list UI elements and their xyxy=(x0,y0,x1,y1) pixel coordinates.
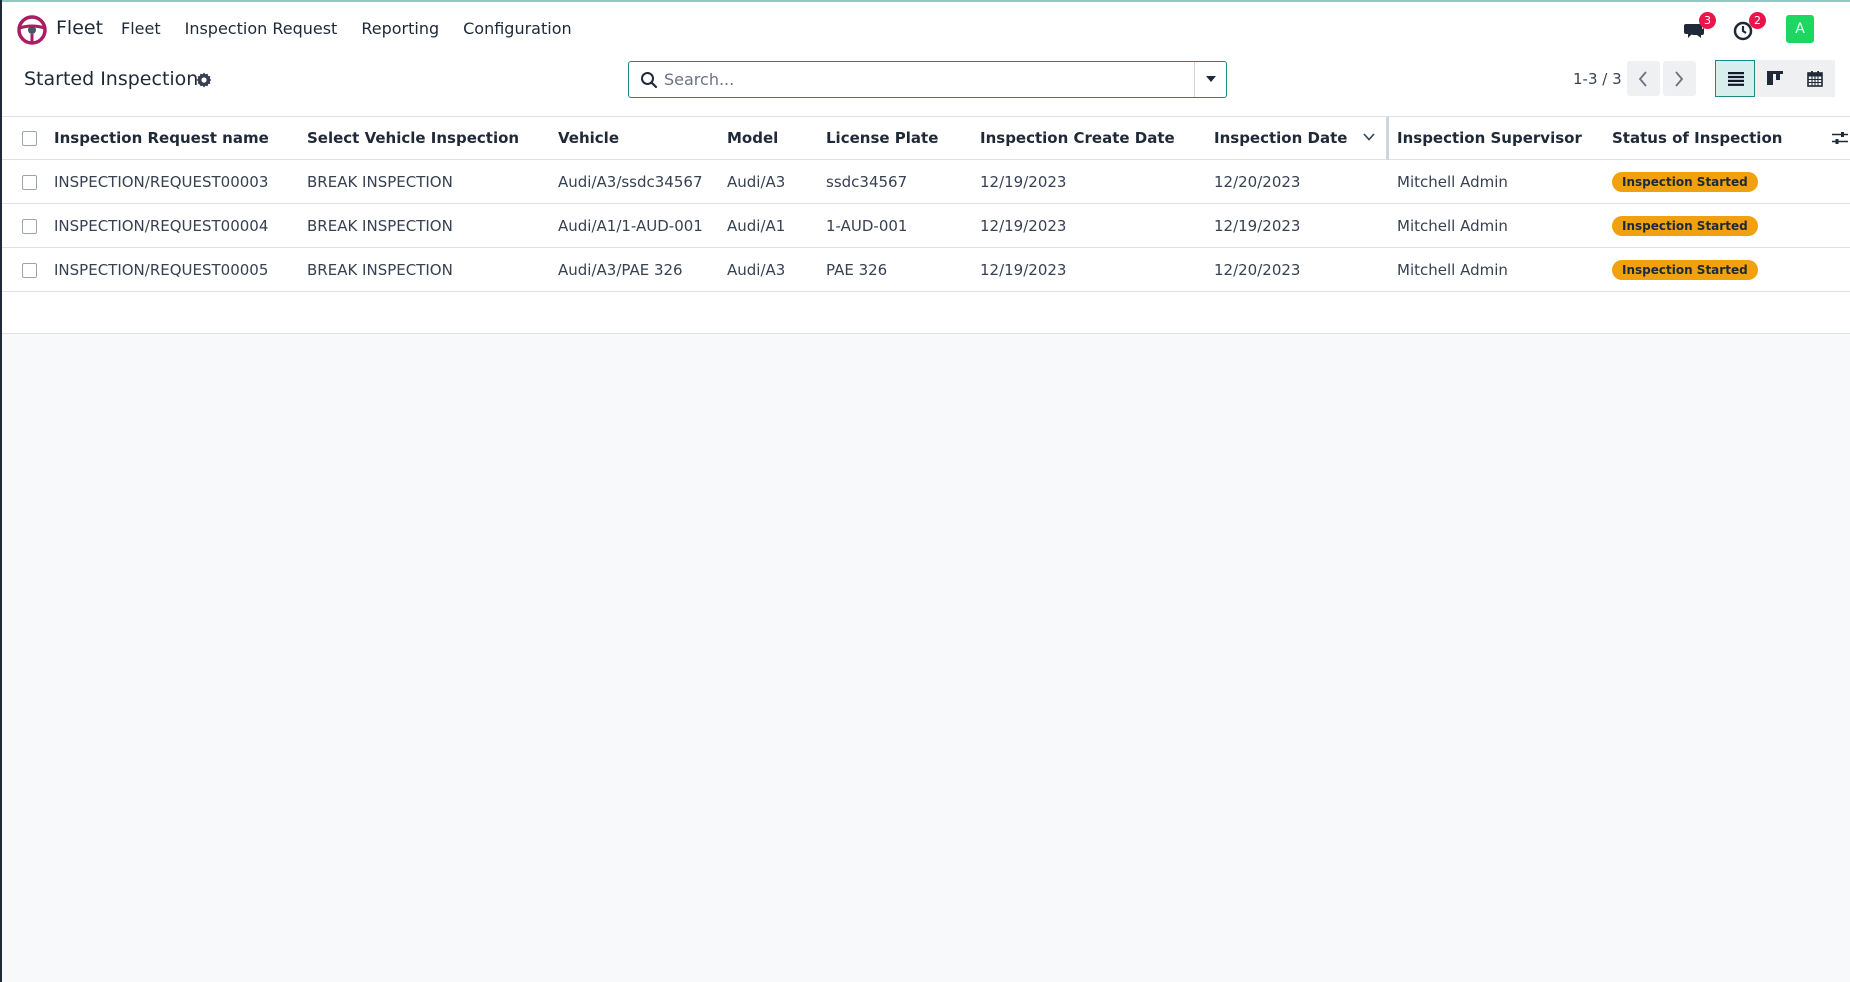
cell-vehicle-inspection[interactable]: BREAK INSPECTION xyxy=(307,204,558,248)
cell-license-plate[interactable]: PAE 326 xyxy=(826,248,980,292)
column-header-model[interactable]: Model xyxy=(727,117,826,160)
column-header-license-plate[interactable]: License Plate xyxy=(826,117,980,160)
cell-vehicle[interactable]: Audi/A1/1-AUD-001 xyxy=(558,204,727,248)
cell-license-plate[interactable]: ssdc34567 xyxy=(826,160,980,204)
search-icon xyxy=(641,72,658,89)
cell-vehicle[interactable]: Audi/A3/PAE 326 xyxy=(558,248,727,292)
cell-vehicle-inspection[interactable]: BREAK INSPECTION xyxy=(307,248,558,292)
column-header-inspection-request-name[interactable]: Inspection Request name xyxy=(54,117,307,160)
cell-inspection-date[interactable]: 12/20/2023 xyxy=(1214,248,1389,292)
cell-inspection-date[interactable]: 12/19/2023 xyxy=(1214,204,1389,248)
row-checkbox[interactable] xyxy=(22,262,37,278)
caret-down-icon xyxy=(1206,76,1216,82)
status-badge: Inspection Started xyxy=(1612,171,1758,192)
cell-create-date[interactable]: 12/19/2023 xyxy=(980,248,1214,292)
menu-item-fleet[interactable]: Fleet xyxy=(121,19,161,38)
chevron-right-icon xyxy=(1675,71,1684,87)
column-header-status-of-inspection[interactable]: Status of Inspection xyxy=(1612,117,1850,160)
cell-create-date[interactable]: 12/19/2023 xyxy=(980,204,1214,248)
cell-supervisor[interactable]: Mitchell Admin xyxy=(1389,248,1612,292)
column-header-vehicle[interactable]: Vehicle xyxy=(558,117,727,160)
page-title: Started Inspections xyxy=(24,68,209,90)
cell-model[interactable]: Audi/A3 xyxy=(727,160,826,204)
column-header-inspection-create-date[interactable]: Inspection Create Date xyxy=(980,117,1214,160)
control-panel: Started Inspections 1-3 / 3 xyxy=(2,54,1850,116)
table-body: INSPECTION/REQUEST00003 BREAK INSPECTION… xyxy=(2,160,1850,334)
search-options-toggle[interactable] xyxy=(1194,62,1226,97)
cell-inspection-date[interactable]: 12/20/2023 xyxy=(1214,160,1389,204)
menu-item-configuration[interactable]: Configuration xyxy=(463,19,572,38)
table-row[interactable]: INSPECTION/REQUEST00004 BREAK INSPECTION… xyxy=(2,204,1850,248)
inspection-list-table: Inspection Request name Select Vehicle I… xyxy=(2,116,1850,334)
cell-license-plate[interactable]: 1-AUD-001 xyxy=(826,204,980,248)
column-header-inspection-date-label: Inspection Date xyxy=(1214,129,1348,147)
pager-previous-button[interactable] xyxy=(1627,61,1660,96)
column-header-inspection-date[interactable]: Inspection Date xyxy=(1214,116,1389,160)
calendar-icon xyxy=(1807,71,1823,87)
cell-inspection-request-name[interactable]: INSPECTION/REQUEST00004 xyxy=(54,204,307,248)
menu-item-inspection-request[interactable]: Inspection Request xyxy=(185,19,338,38)
table-row[interactable]: INSPECTION/REQUEST00005 BREAK INSPECTION… xyxy=(2,248,1850,292)
calendar-view-button[interactable] xyxy=(1795,60,1835,97)
kanban-view-button[interactable] xyxy=(1755,60,1795,97)
kanban-icon xyxy=(1767,71,1783,85)
sort-chevron-down-icon[interactable] xyxy=(1363,133,1375,141)
status-badge: Inspection Started xyxy=(1612,259,1758,280)
status-badge: Inspection Started xyxy=(1612,215,1758,236)
menu-item-reporting[interactable]: Reporting xyxy=(361,19,439,38)
cell-supervisor[interactable]: Mitchell Admin xyxy=(1389,204,1612,248)
cell-vehicle-inspection[interactable]: BREAK INSPECTION xyxy=(307,160,558,204)
cell-inspection-request-name[interactable]: INSPECTION/REQUEST00003 xyxy=(54,160,307,204)
cell-create-date[interactable]: 12/19/2023 xyxy=(980,160,1214,204)
app-name[interactable]: Fleet xyxy=(56,17,103,39)
table-row[interactable]: INSPECTION/REQUEST00003 BREAK INSPECTION… xyxy=(2,160,1850,204)
row-checkbox[interactable] xyxy=(22,174,37,190)
pager-value[interactable]: 1-3 / 3 xyxy=(1573,70,1622,88)
pager-next-button[interactable] xyxy=(1663,61,1696,96)
cell-model[interactable]: Audi/A3 xyxy=(727,248,826,292)
main-menu: Fleet Inspection Request Reporting Confi… xyxy=(121,19,596,38)
steering-wheel-icon[interactable] xyxy=(16,14,48,46)
activities-count-badge: 2 xyxy=(1749,12,1766,29)
optional-columns-sliders-icon[interactable] xyxy=(1832,131,1848,145)
search-bar xyxy=(628,61,1227,98)
messages-count-badge: 3 xyxy=(1699,12,1716,29)
list-view-button[interactable] xyxy=(1715,60,1755,97)
row-checkbox[interactable] xyxy=(22,218,37,234)
select-all-checkbox[interactable] xyxy=(22,131,37,146)
top-navbar: Fleet Fleet Inspection Request Reporting… xyxy=(2,0,1850,54)
column-header-inspection-supervisor[interactable]: Inspection Supervisor xyxy=(1389,117,1612,160)
activities-button[interactable]: 2 xyxy=(1733,12,1766,44)
cell-supervisor[interactable]: Mitchell Admin xyxy=(1389,160,1612,204)
empty-filler-row xyxy=(2,292,1850,334)
cell-vehicle[interactable]: Audi/A3/ssdc34567 xyxy=(558,160,727,204)
list-icon xyxy=(1728,72,1744,86)
user-avatar[interactable]: A xyxy=(1786,15,1814,43)
column-header-select-vehicle-inspection[interactable]: Select Vehicle Inspection xyxy=(307,117,558,160)
table-header-row: Inspection Request name Select Vehicle I… xyxy=(2,116,1850,160)
column-header-status-label: Status of Inspection xyxy=(1612,129,1783,147)
gear-icon[interactable] xyxy=(195,71,213,89)
cell-model[interactable]: Audi/A1 xyxy=(727,204,826,248)
chevron-left-icon xyxy=(1638,71,1647,87)
cell-inspection-request-name[interactable]: INSPECTION/REQUEST00005 xyxy=(54,248,307,292)
search-input[interactable] xyxy=(664,63,1184,96)
messages-button[interactable]: 3 xyxy=(1683,12,1716,44)
